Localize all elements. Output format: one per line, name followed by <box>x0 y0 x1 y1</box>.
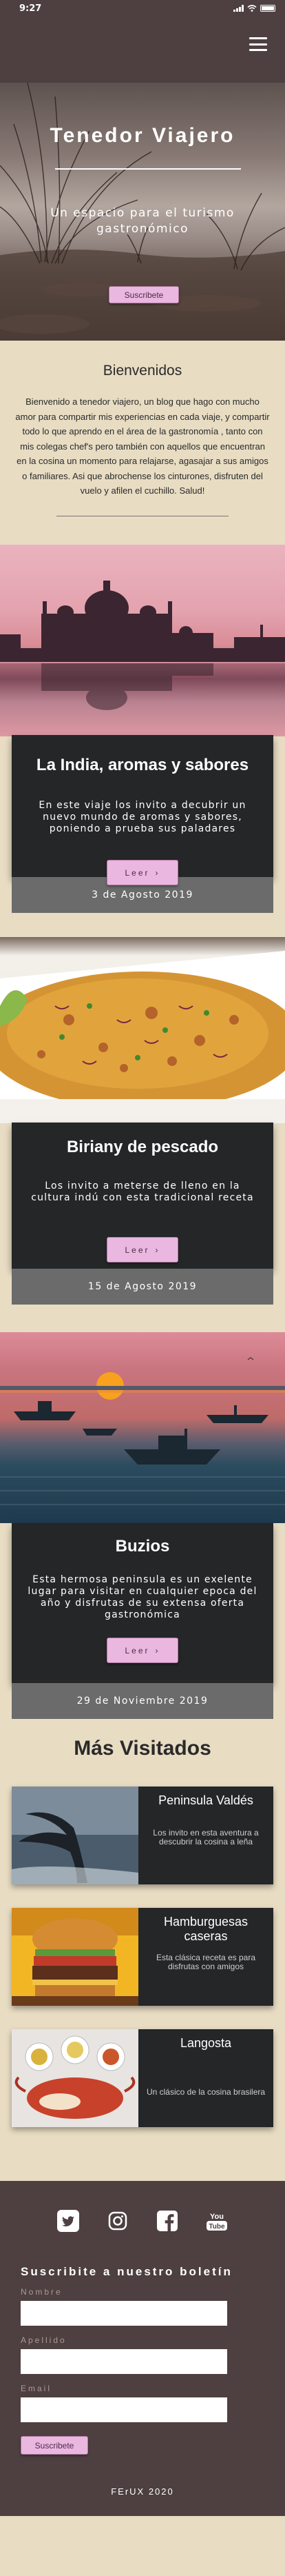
most-visited-item-langosta[interactable]: Langosta Un clásico de la cosina brasile… <box>12 2029 273 2127</box>
twitter-icon[interactable] <box>57 2210 79 2232</box>
buzios-sunset-image <box>0 1332 285 1523</box>
article-title: Buzios <box>115 1537 170 1556</box>
most-visited-title: Peninsula Valdés <box>158 1793 253 1807</box>
read-more-button[interactable]: Leer › <box>107 1638 178 1663</box>
most-visited-description: Los invito en esta aventura a descubrir … <box>153 1828 259 1847</box>
read-more-label: Leer <box>125 1645 150 1656</box>
copyright: FErUX 2020 <box>111 2486 174 2497</box>
hero-banner: Tenedor Viajero Un espacio para el turis… <box>0 83 285 341</box>
most-visited-item-peninsula[interactable]: Peninsula Valdés Los invito en esta aven… <box>12 1787 273 1884</box>
chevron-right-icon: › <box>155 1645 160 1656</box>
read-more-button[interactable]: Leer › <box>107 860 178 885</box>
last-name-label: Apellido <box>21 2335 67 2345</box>
youtube-label-you: You <box>210 2213 224 2221</box>
article-card-body: Biriany de pescado Los invito a meterse … <box>12 1123 273 1269</box>
article-card-biryani: Biriany de pescado Los invito a meterse … <box>0 1123 285 1332</box>
article-title: La India, aromas y sabores <box>36 756 249 774</box>
signal-icon <box>233 5 244 12</box>
most-visited-title: Hamburguesas caseras <box>163 1915 249 1943</box>
status-time: 9:27 <box>19 3 42 14</box>
youtube-label-tube: Tube <box>209 2223 225 2231</box>
welcome-heading: Bienvenidos <box>103 363 182 379</box>
newsletter-subscribe-button[interactable]: Suscribete <box>21 2436 88 2455</box>
instagram-icon[interactable] <box>107 2210 129 2232</box>
site-tagline: Un espacio para el turismo gastronómico <box>50 206 235 236</box>
most-visited-description: Esta clásica receta es para disfrutas co… <box>156 1953 256 1971</box>
india-palace-image <box>0 545 285 736</box>
site-title: Tenedor Viajero <box>50 124 235 147</box>
most-visited-text: Peninsula Valdés Los invito en esta aven… <box>138 1787 273 1884</box>
facebook-icon[interactable] <box>156 2210 178 2232</box>
most-visited-text: Langosta Un clásico de la cosina brasile… <box>138 2029 273 2127</box>
status-bar: 9:27 <box>0 0 285 17</box>
page: 9:27 Tenedor Viajero Un espacio para el … <box>0 0 285 2516</box>
chevron-right-icon: › <box>155 1245 160 1255</box>
read-more-button[interactable]: Leer › <box>107 1237 178 1262</box>
social-links: You Tube <box>0 2210 285 2232</box>
biryani-image <box>0 937 285 1123</box>
most-visited-description: Un clásico de la cosina brasilera <box>146 2087 266 2097</box>
footer: You Tube Suscribite a nuestro boletín No… <box>0 2181 285 2516</box>
welcome-text: Bienvenido a tenedor viajero, un blog qu… <box>15 396 270 496</box>
most-visited-title: Langosta <box>180 2036 232 2050</box>
whale-image <box>12 1787 138 1884</box>
most-visited-heading: Más Visitados <box>74 1737 211 1760</box>
first-name-label: Nombre <box>21 2287 63 2297</box>
email-label: Email <box>21 2384 52 2393</box>
hero-divider <box>55 168 241 170</box>
burger-image <box>12 1908 138 2006</box>
youtube-icon[interactable]: You Tube <box>206 2210 228 2232</box>
hero-subscribe-button[interactable]: Suscribete <box>109 286 179 303</box>
top-nav <box>0 17 285 83</box>
most-visited-item-hamburguesas[interactable]: Hamburguesas caseras Esta clásica receta… <box>12 1908 273 2006</box>
article-card-body: Buzios Esta hermosa peninsula es un exel… <box>12 1523 273 1683</box>
wifi-icon <box>247 5 257 12</box>
menu-icon[interactable] <box>249 37 267 51</box>
last-name-field[interactable] <box>21 2349 227 2374</box>
article-description: Esta hermosa peninsula es un exelente lu… <box>28 1574 257 1620</box>
article-date: 29 de Noviembre 2019 <box>12 1683 273 1719</box>
newsletter-title: Suscribite a nuestro boletín <box>21 2265 233 2278</box>
email-field[interactable] <box>21 2397 227 2422</box>
read-more-label: Leer <box>125 1245 150 1255</box>
article-title: Biriany de pescado <box>66 1138 219 1156</box>
first-name-field[interactable] <box>21 2301 227 2326</box>
article-card-buzios: Buzios Esta hermosa peninsula es un exel… <box>0 1523 285 1719</box>
article-description: En este viaje los invito a decubrir un n… <box>39 800 246 834</box>
welcome-section: Bienvenidos Bienvenido a tenedor viajero… <box>0 341 285 545</box>
most-visited-text: Hamburguesas caseras Esta clásica receta… <box>138 1908 273 2006</box>
article-card-india: La India, aromas y sabores En este viaje… <box>0 735 285 937</box>
most-visited-section: Más Visitados Peninsula Valdés Los invit… <box>0 1719 285 2127</box>
article-card-body: La India, aromas y sabores En este viaje… <box>12 735 273 885</box>
battery-icon <box>260 5 275 12</box>
chevron-right-icon: › <box>155 867 160 878</box>
article-date: 15 de Agosto 2019 <box>12 1269 273 1305</box>
lobster-image <box>12 2029 138 2127</box>
status-icons <box>233 5 275 12</box>
article-description: Los invito a meterse de lleno en la cult… <box>31 1180 254 1203</box>
read-more-label: Leer <box>125 867 150 878</box>
